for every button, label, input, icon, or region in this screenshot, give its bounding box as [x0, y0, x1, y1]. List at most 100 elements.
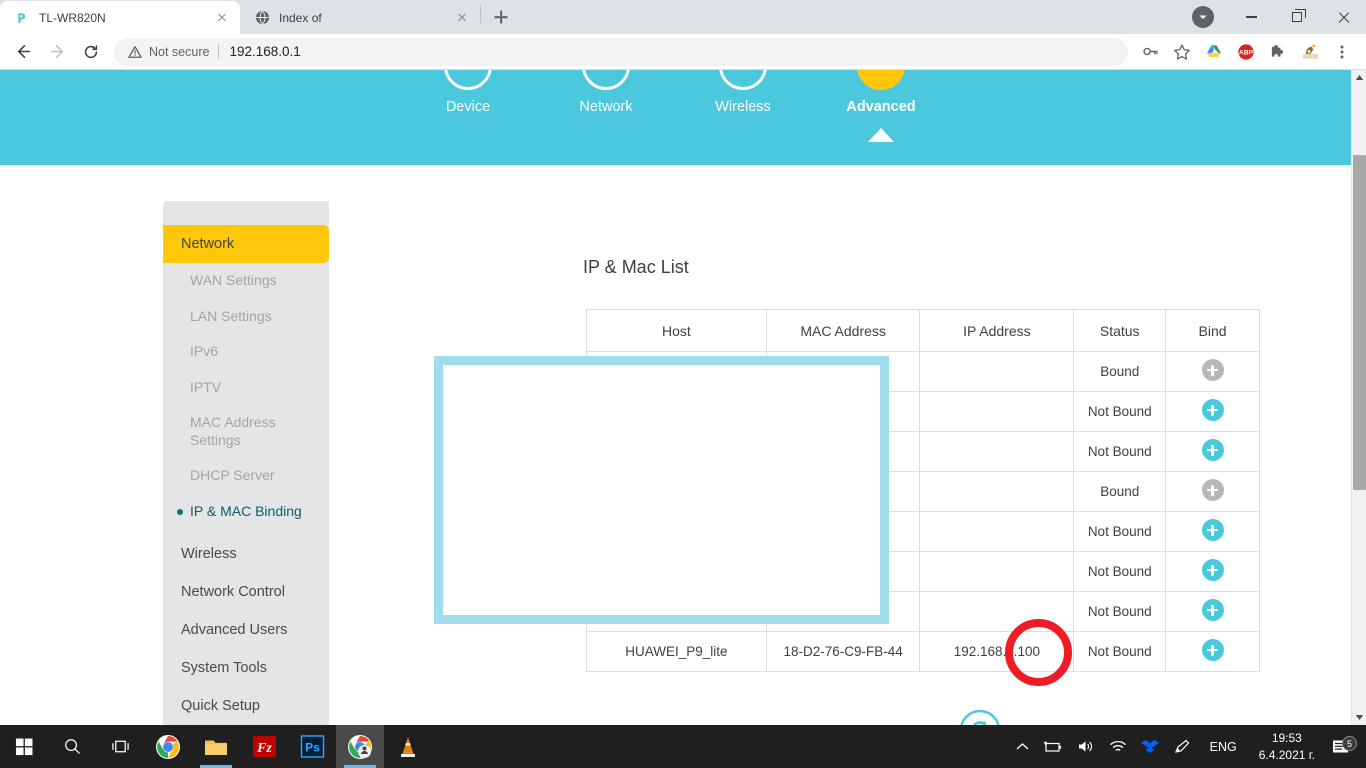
file-explorer-taskbar-item[interactable] [192, 725, 240, 768]
sidebar-item-iptv[interactable]: IPTV [163, 370, 329, 406]
column-header-mac: MAC Address [766, 310, 920, 352]
sidebar-section-label: Quick Setup [181, 698, 260, 714]
adblock-plus-icon[interactable]: ABP [1232, 38, 1260, 66]
bind-button[interactable] [1202, 399, 1224, 421]
column-header-host: Host [587, 310, 767, 352]
photoshop-taskbar-item[interactable]: Ps [288, 725, 336, 768]
cell-bind [1166, 352, 1260, 392]
star-icon[interactable] [1168, 38, 1196, 66]
chrome-active-taskbar-item[interactable] [336, 725, 384, 768]
back-button[interactable] [8, 37, 38, 67]
refresh-button[interactable]: Refresh [920, 708, 1040, 725]
page-scrollbar[interactable] [1351, 70, 1366, 725]
sidebar-section-advanced-users[interactable]: Advanced Users [163, 611, 329, 649]
sidebar-section-network[interactable]: Network [163, 225, 329, 263]
bind-button[interactable] [1202, 359, 1224, 381]
tplink-icon [14, 10, 30, 26]
start-button[interactable] [0, 725, 48, 768]
not-secure-warning-icon [128, 45, 142, 59]
speaker-icon[interactable] [1070, 739, 1102, 754]
chrome-browser-window: TL-WR820N Index of [0, 0, 1366, 725]
task-view-button[interactable] [96, 725, 144, 768]
topnav-label: Wireless [673, 99, 813, 115]
search-button[interactable] [48, 725, 96, 768]
custom-extension-icon[interactable] [1296, 38, 1324, 66]
minimize-icon[interactable] [1228, 0, 1274, 34]
sidebar-section-quick-setup[interactable]: Quick Setup [163, 687, 329, 725]
topnav-item-network[interactable]: Network [536, 70, 676, 115]
scroll-up-arrow-icon[interactable] [1352, 70, 1366, 85]
bind-button[interactable] [1202, 439, 1224, 461]
address-bar[interactable]: Not secure 192.168.0.1 [114, 38, 1128, 66]
sidebar-item-mac-address-settings[interactable]: MAC Address Settings [163, 405, 329, 458]
column-header-ip: IP Address [920, 310, 1074, 352]
sidebar-section-label: Advanced Users [181, 622, 287, 638]
vlc-taskbar-item[interactable] [384, 725, 432, 768]
bind-button-highlighted[interactable] [1202, 639, 1224, 661]
reload-button[interactable] [76, 37, 106, 67]
cell-host: HUAWEI_P9_lite [587, 632, 767, 672]
scrollbar-thumb[interactable] [1353, 155, 1366, 490]
topnav-item-device[interactable]: Device [398, 70, 538, 115]
profile-icon[interactable] [1192, 6, 1214, 28]
chrome-menu-icon[interactable] [1328, 38, 1356, 66]
sidebar: Network WAN Settings LAN Settings IPv6 I… [163, 201, 329, 725]
bind-button[interactable] [1202, 479, 1224, 501]
cell-bind [1166, 472, 1260, 512]
topnav-label: Network [536, 99, 676, 115]
page-title: IP & Mac List [583, 257, 689, 278]
forward-button[interactable] [42, 37, 72, 67]
browser-tab-tplink[interactable]: TL-WR820N [0, 1, 240, 34]
battery-icon[interactable] [1036, 740, 1070, 754]
topnav-item-wireless[interactable]: Wireless [673, 70, 813, 115]
column-header-status: Status [1074, 310, 1166, 352]
cell-bind [1166, 592, 1260, 632]
chevron-up-icon[interactable] [1009, 742, 1036, 751]
sidebar-section-label: Network [181, 236, 234, 252]
cell-bind [1166, 552, 1260, 592]
bind-button[interactable] [1202, 599, 1224, 621]
wifi-icon[interactable] [1102, 740, 1134, 754]
sidebar-item-lan-settings[interactable]: LAN Settings [163, 299, 329, 335]
sidebar-section-system-tools[interactable]: System Tools [163, 649, 329, 687]
dropbox-icon[interactable] [1134, 739, 1166, 755]
sidebar-section-label: System Tools [181, 660, 267, 676]
wireless-icon [719, 70, 767, 90]
sidebar-section-label: Wireless [181, 546, 237, 562]
sidebar-section-wireless[interactable]: Wireless [163, 535, 329, 573]
new-tab-button[interactable] [487, 3, 515, 31]
sidebar-item-ip-mac-binding[interactable]: IP & MAC Binding [163, 494, 329, 530]
filezilla-taskbar-item[interactable]: Fz [240, 725, 288, 768]
tab-title: TL-WR820N [39, 11, 214, 25]
language-indicator[interactable]: ENG [1198, 740, 1249, 754]
device-icon [444, 70, 492, 90]
clock[interactable]: 19:53 6.4.2021 г. [1249, 730, 1325, 762]
sidebar-item-dhcp-server[interactable]: DHCP Server [163, 458, 329, 494]
sidebar-item-label: LAN Settings [190, 308, 272, 324]
topnav-item-advanced[interactable]: Advanced [811, 70, 951, 142]
notification-center-button[interactable]: 5 [1325, 738, 1360, 755]
maximize-icon[interactable] [1274, 0, 1320, 34]
browser-tab-index-of[interactable]: Index of [240, 1, 480, 34]
sidebar-item-ipv6[interactable]: IPv6 [163, 334, 329, 370]
close-icon[interactable] [214, 10, 230, 26]
extensions-puzzle-icon[interactable] [1264, 38, 1292, 66]
sidebar-item-wan-settings[interactable]: WAN Settings [163, 263, 329, 299]
close-icon[interactable] [454, 10, 470, 26]
browser-toolbar: Not secure 192.168.0.1 [0, 34, 1366, 70]
sidebar-section-network-control[interactable]: Network Control [163, 573, 329, 611]
close-icon[interactable] [1320, 0, 1366, 34]
google-drive-icon[interactable] [1200, 38, 1228, 66]
sidebar-section-label: Network Control [181, 584, 285, 600]
scroll-down-arrow-icon[interactable] [1352, 710, 1366, 725]
cell-status: Bound [1074, 352, 1166, 392]
cell-ip [920, 432, 1074, 472]
cell-status: Not Bound [1074, 392, 1166, 432]
key-icon[interactable] [1136, 38, 1164, 66]
pen-tool-icon[interactable] [1166, 739, 1198, 755]
windows-taskbar: Fz Ps [0, 725, 1366, 768]
bind-button[interactable] [1202, 559, 1224, 581]
cell-status: Not Bound [1074, 632, 1166, 672]
bind-button[interactable] [1202, 519, 1224, 541]
chrome-taskbar-item[interactable] [144, 725, 192, 768]
